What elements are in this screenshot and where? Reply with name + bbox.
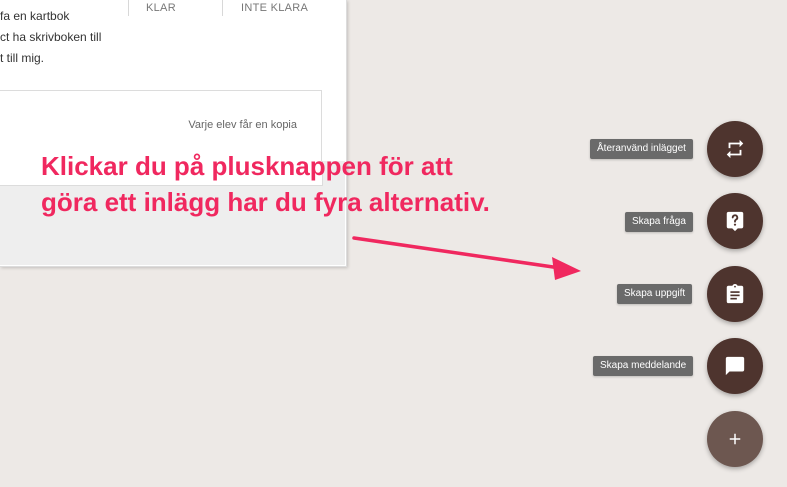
create-announcement-tooltip: Skapa meddelande xyxy=(593,356,694,376)
create-assignment-button[interactable] xyxy=(707,266,763,322)
create-announcement-button[interactable] xyxy=(707,338,763,394)
create-post-button[interactable] xyxy=(707,411,763,467)
annotation-arrow xyxy=(352,236,581,280)
question-icon xyxy=(726,211,744,232)
create-question-button[interactable] xyxy=(707,193,763,249)
plus-icon xyxy=(729,433,741,445)
create-question-tooltip: Skapa fråga xyxy=(625,212,693,232)
create-assignment-tooltip: Skapa uppgift xyxy=(617,284,693,304)
reuse-post-tooltip: Återanvänd inlägget xyxy=(590,139,693,159)
repeat-icon xyxy=(726,139,744,159)
clipboard-icon xyxy=(726,283,744,304)
reuse-post-button[interactable] xyxy=(707,121,763,177)
message-icon xyxy=(725,356,745,376)
